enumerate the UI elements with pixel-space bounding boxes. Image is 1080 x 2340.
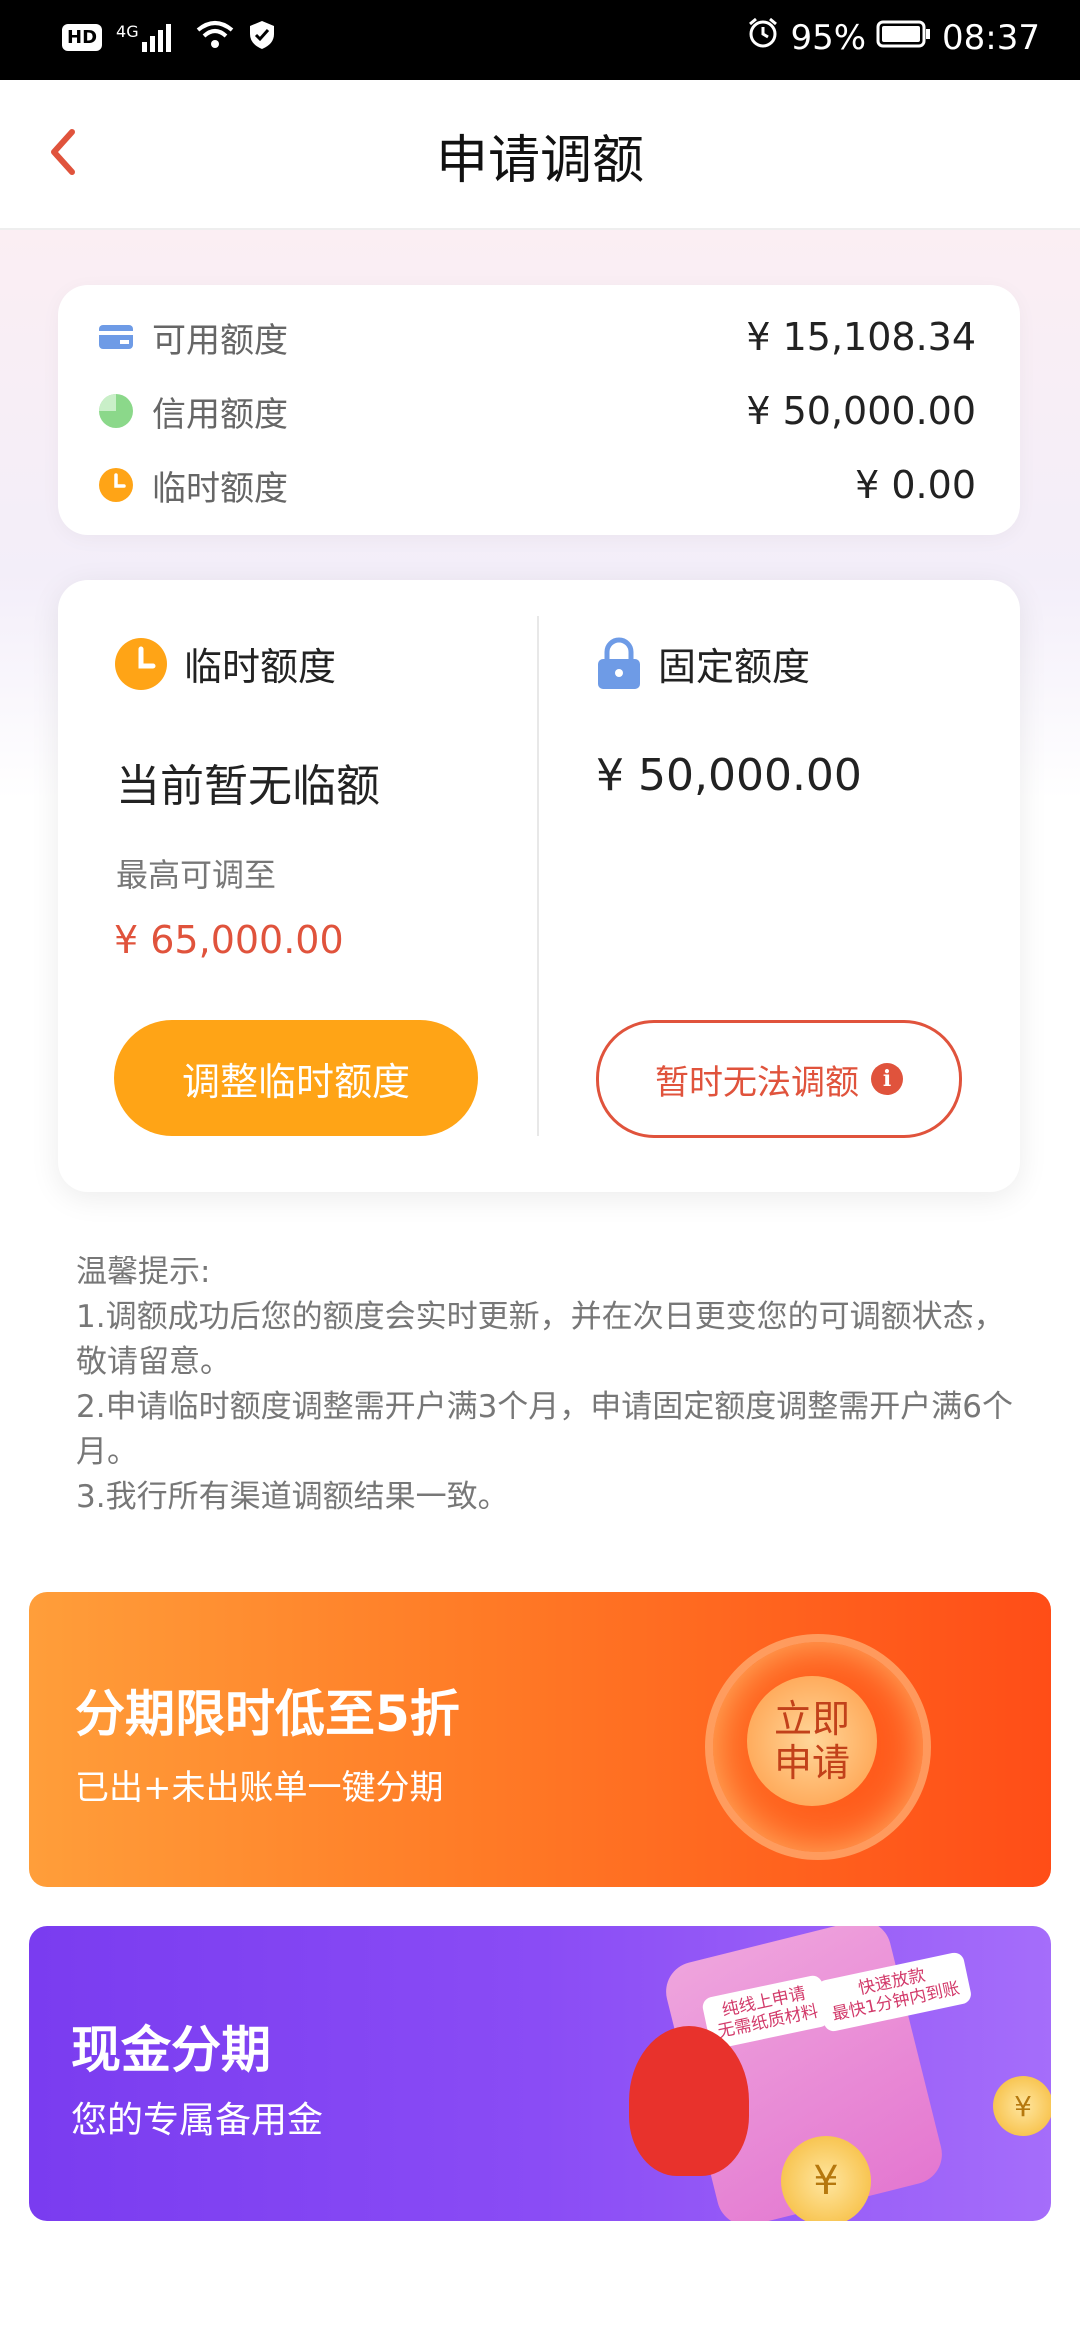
clock-icon bbox=[115, 637, 167, 690]
fixed-quota-heading: 固定额度 bbox=[596, 636, 810, 691]
temp-status-text: 当前暂无临额 bbox=[116, 761, 380, 812]
alarm-icon bbox=[746, 16, 780, 59]
wifi-icon bbox=[196, 20, 234, 54]
adjust-temp-quota-button[interactable]: 调整临时额度 bbox=[114, 1020, 478, 1136]
mascot-illustration bbox=[629, 2026, 749, 2176]
tips-item: 1.调额成功后您的额度会实时更新，并在次日更变您的可调额状态，敬请留意。 bbox=[76, 1299, 1005, 1380]
banner-subtitle: 您的专属备用金 bbox=[71, 2100, 324, 2141]
fixed-quota-title: 固定额度 bbox=[658, 645, 811, 689]
summary-label: 可用额度 bbox=[152, 320, 288, 361]
tips-title: 温馨提示: bbox=[76, 1254, 211, 1290]
column-divider bbox=[537, 616, 539, 1136]
installment-promo-banner[interactable]: 分期限时低至5折 已出+未出账单一键分期 立即 申请 bbox=[29, 1592, 1051, 1887]
battery-icon bbox=[876, 18, 932, 58]
summary-label: 临时额度 bbox=[152, 468, 288, 509]
signal-icon: 4G bbox=[116, 22, 182, 52]
lock-icon bbox=[598, 637, 640, 689]
temp-quota-heading: 临时额度 bbox=[114, 636, 336, 691]
summary-amount: ¥ 0.00 bbox=[855, 463, 976, 507]
status-bar: HD 4G 95% 08:37 bbox=[0, 0, 1080, 80]
tips-item: 2.申请临时额度调整需开户满3个月，申请固定额度调整需开户满6个月。 bbox=[76, 1389, 1014, 1470]
page-title: 申请调额 bbox=[435, 131, 644, 191]
cannot-adjust-button[interactable]: 暂时无法调额 i bbox=[596, 1020, 962, 1138]
battery-percent: 95% bbox=[790, 17, 867, 58]
coin-icon: ¥ bbox=[781, 2136, 871, 2221]
quota-adjust-card: 临时额度 当前暂无临额 最高可调至 ¥ 65,000.00 调整临时额度 固定额… bbox=[58, 580, 1020, 1192]
tips-item: 3.我行所有渠道调额结果一致。 bbox=[76, 1479, 509, 1515]
apply-now-badge[interactable]: 立即 申请 bbox=[747, 1676, 877, 1806]
coin-icon: ¥ bbox=[993, 2076, 1051, 2136]
summary-label: 信用额度 bbox=[152, 394, 288, 435]
banner-title: 分期限时低至5折 bbox=[75, 1685, 460, 1743]
banner-title: 现金分期 bbox=[71, 2021, 271, 2079]
summary-row-credit: 信用额度 ¥ 50,000.00 bbox=[98, 381, 976, 441]
cash-installment-banner[interactable]: 现金分期 您的专属备用金 纯线上申请 无需纸质材料 快速放款 最快1分钟内到账 … bbox=[29, 1926, 1051, 2221]
tips-section: 温馨提示: 1.调额成功后您的额度会实时更新，并在次日更变您的可调额状态，敬请留… bbox=[76, 1250, 1016, 1520]
shield-icon bbox=[248, 20, 276, 54]
summary-row-available: 可用额度 ¥ 15,108.34 bbox=[98, 307, 976, 367]
temp-quota-title: 临时额度 bbox=[184, 645, 337, 689]
card-icon bbox=[99, 325, 133, 349]
pie-icon bbox=[99, 394, 133, 428]
clock-time: 08:37 bbox=[942, 17, 1040, 58]
credit-summary-card: 可用额度 ¥ 15,108.34 信用额度 ¥ 50,000.00 临时额度 ¥… bbox=[58, 285, 1020, 535]
summary-amount: ¥ 50,000.00 bbox=[746, 389, 976, 433]
clock-icon bbox=[99, 468, 133, 502]
info-icon[interactable]: i bbox=[871, 1063, 903, 1095]
summary-row-temp: 临时额度 ¥ 0.00 bbox=[98, 455, 976, 515]
summary-amount: ¥ 15,108.34 bbox=[746, 315, 976, 359]
banner-subtitle: 已出+未出账单一键分期 bbox=[75, 1768, 444, 1808]
temp-max-label: 最高可调至 bbox=[116, 856, 277, 894]
hd-badge: HD bbox=[62, 23, 103, 51]
nav-header: 申请调额 bbox=[0, 80, 1080, 230]
temp-max-amount: ¥ 65,000.00 bbox=[114, 918, 344, 962]
fixed-amount: ¥ 50,000.00 bbox=[596, 750, 862, 801]
